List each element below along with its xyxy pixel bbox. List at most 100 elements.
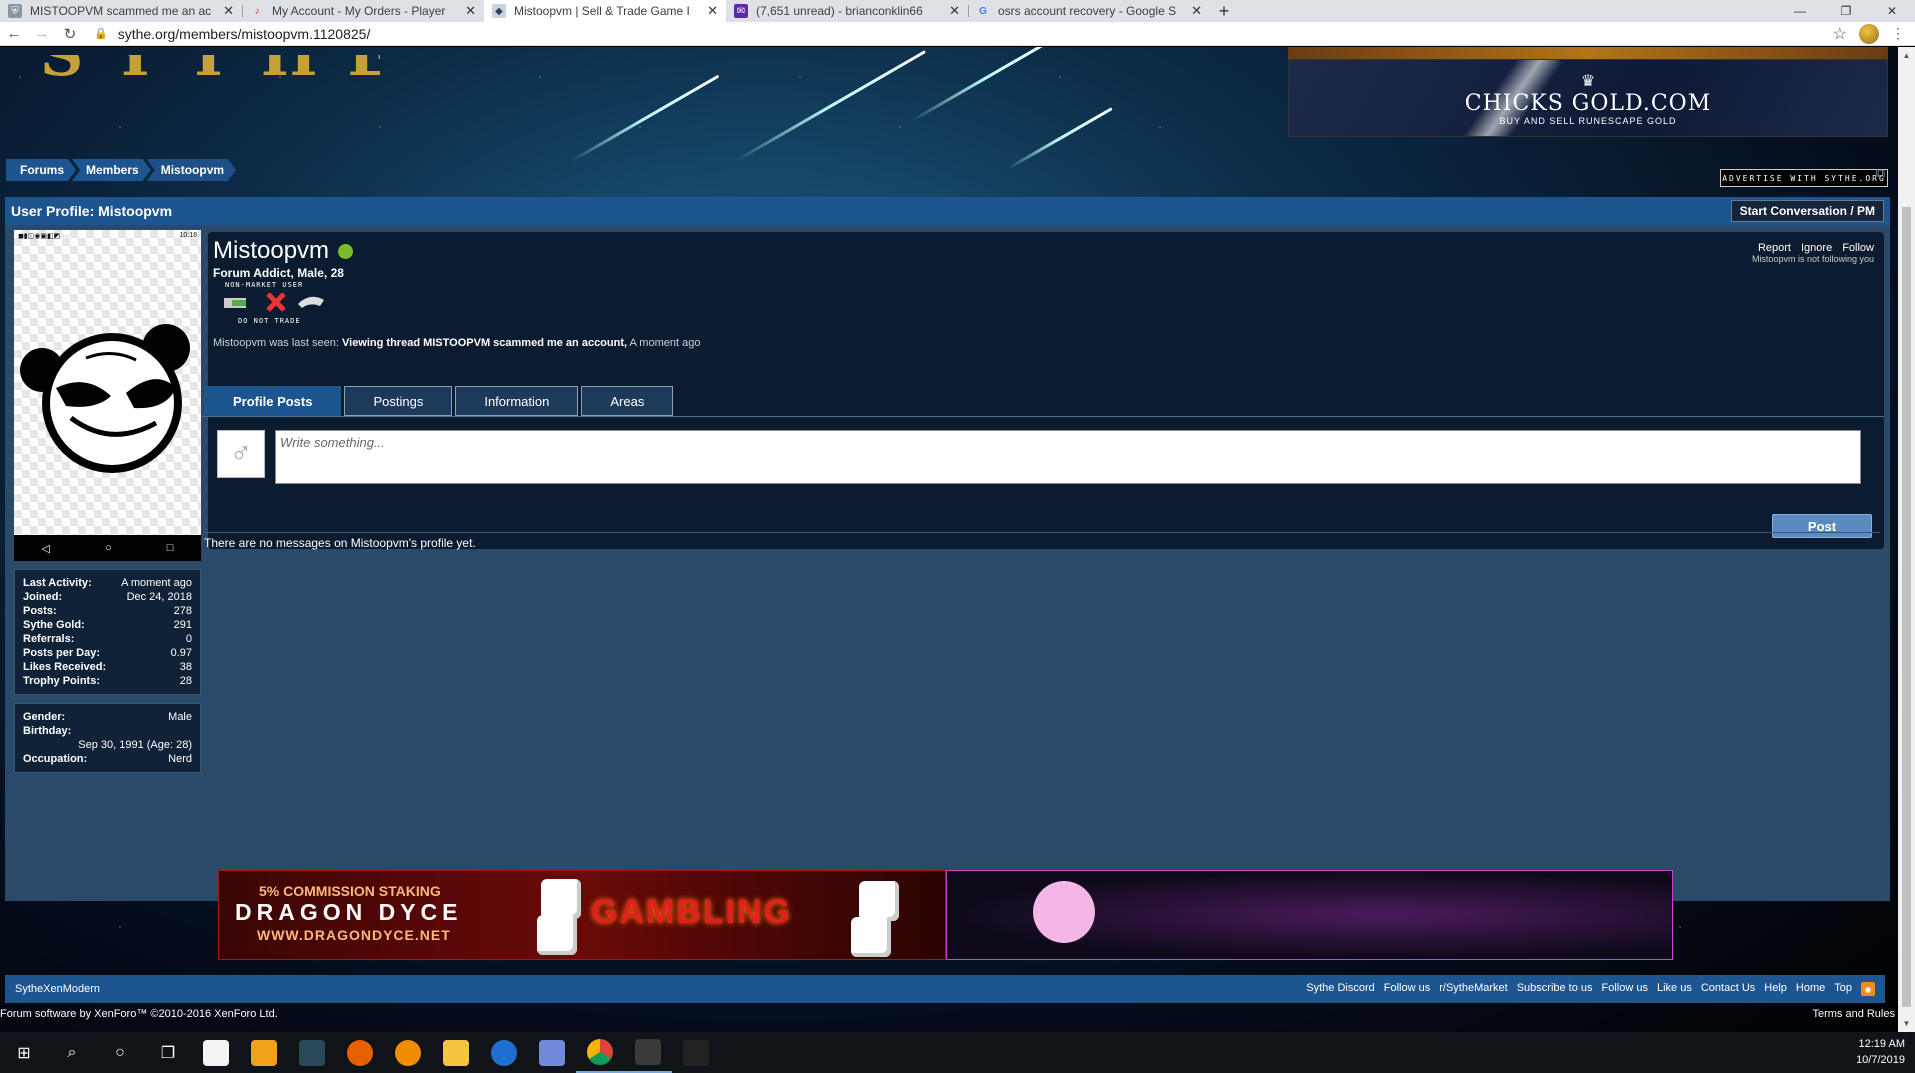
scroll-down-icon[interactable]: ▼ [1898, 1015, 1915, 1032]
footer-link-home[interactable]: Home [1796, 982, 1825, 996]
app-icon-wolf[interactable] [288, 1032, 336, 1073]
footer-link-discord[interactable]: Sythe Discord [1306, 982, 1374, 996]
footer-link-help[interactable]: Help [1764, 982, 1787, 996]
windows-start-icon[interactable]: ⊞ [0, 1032, 48, 1073]
copyright-text[interactable]: Forum software by XenForo™ ©2010-2016 Xe… [0, 1008, 278, 1020]
minimize-icon[interactable]: — [1777, 0, 1823, 22]
footer-link-like[interactable]: Like us [1657, 982, 1692, 996]
start-conversation-button[interactable]: Start Conversation / PM [1730, 200, 1884, 222]
app-icon-yellow[interactable] [240, 1032, 288, 1073]
recent-square-icon: □ [166, 542, 174, 554]
scroll-thumb[interactable] [1902, 207, 1911, 1007]
window-controls: — ❐ ✕ [1777, 0, 1915, 22]
footer-link-reddit[interactable]: r/SytheMarket [1439, 982, 1507, 996]
player-logo-icon: ♪ [254, 5, 260, 17]
tab-information[interactable]: Information [455, 386, 579, 416]
lock-icon[interactable]: 🔒 [94, 27, 108, 40]
style-chooser[interactable]: SytheXenModern [15, 983, 100, 995]
runelite-icon[interactable] [624, 1032, 672, 1073]
close-icon[interactable]: ✕ [949, 3, 960, 19]
rss-icon[interactable]: ◉ [1861, 982, 1875, 996]
footer-link-subscribe[interactable]: Subscribe to us [1517, 982, 1593, 996]
stat-value[interactable]: 28 [180, 674, 192, 688]
app-icon-orange[interactable] [384, 1032, 432, 1073]
stat-label: Sythe Gold: [23, 619, 85, 631]
discord-icon[interactable] [528, 1032, 576, 1073]
restore-icon[interactable]: ❐ [1823, 0, 1869, 22]
browser-tab-5[interactable]: G osrs account recovery - Google S ✕ [968, 0, 1210, 22]
url-field[interactable]: 🔒 sythe.org/members/mistoopvm.1120825/ [94, 26, 1833, 42]
footer-link-follow-2[interactable]: Follow us [1602, 982, 1648, 996]
breadcrumb-members[interactable]: Members [72, 159, 151, 181]
tab-profile-posts[interactable]: Profile Posts [204, 386, 342, 416]
back-icon[interactable]: ← [0, 25, 28, 42]
app-icon-triangle[interactable] [672, 1032, 720, 1073]
copyright-row: Forum software by XenForo™ ©2010-2016 Xe… [0, 1008, 1895, 1020]
footer-link-follow[interactable]: Follow us [1384, 982, 1430, 996]
firefox-icon[interactable] [336, 1032, 384, 1073]
page-scrollbar[interactable]: ▲ ▼ [1898, 47, 1915, 1032]
clock-time: 12:19 AM [1858, 1038, 1905, 1050]
task-view-icon[interactable]: ❐ [144, 1032, 192, 1073]
menu-icon[interactable]: ⋮ [1891, 25, 1905, 42]
edge-icon[interactable] [480, 1032, 528, 1073]
pink-orb-ad[interactable] [946, 870, 1673, 960]
address-bar: ← → ↻ 🔒 sythe.org/members/mistoopvm.1120… [0, 22, 1915, 46]
profile-post-input[interactable]: Write something... [275, 430, 1861, 484]
footer-bar: SytheXenModern Sythe Discord Follow us r… [5, 975, 1885, 1003]
advertise-link[interactable]: ADVERTISE WITH SYTHE.ORG [1720, 169, 1888, 187]
breadcrumb-current[interactable]: Mistoopvm [147, 159, 236, 181]
last-seen: Mistoopvm was last seen: Viewing thread … [213, 337, 700, 349]
profile-avatar-icon[interactable] [1859, 23, 1879, 44]
terms-link[interactable]: Terms and Rules [1812, 1008, 1895, 1020]
follow-link[interactable]: Follow [1842, 242, 1874, 254]
forward-icon[interactable]: → [28, 25, 56, 42]
system-clock[interactable]: 12:19 AM 10/7/2019 [1856, 1036, 1905, 1068]
dragondyce-ad[interactable]: 5% COMMISSION STAKING DRAGON DYCE WWW.DR… [218, 870, 946, 960]
gender-value: Male [168, 711, 192, 723]
page: SYTHE ♛ CHICKS GOLD.COM BUY AND SELL RUN… [0, 47, 1915, 1032]
browser-tab-4[interactable]: ✉ (7,651 unread) - brianconklin66 ✕ [726, 0, 968, 22]
popout-icon[interactable]: ⧉ [1876, 165, 1885, 181]
browser-tab-2[interactable]: ♪ My Account - My Orders - Player ✕ [242, 0, 484, 22]
page-title: User Profile: Mistoopvm [11, 203, 173, 219]
stat-value[interactable]: 278 [174, 604, 192, 618]
last-seen-activity[interactable]: Viewing thread MISTOOPVM scammed me an a… [342, 337, 627, 349]
close-window-icon[interactable]: ✕ [1869, 0, 1915, 22]
search-icon[interactable]: ⌕ [48, 1032, 96, 1073]
chicksgold-ad[interactable]: ♛ CHICKS GOLD.COM BUY AND SELL RUNESCAPE… [1288, 59, 1888, 137]
browser-tab-1[interactable]: ⛨ MISTOOPVM scammed me an ac ✕ [0, 0, 242, 22]
chrome-icon[interactable] [576, 1032, 624, 1073]
ignore-link[interactable]: Ignore [1801, 242, 1832, 254]
footer-link-top[interactable]: Top [1834, 982, 1852, 996]
store-icon[interactable] [192, 1032, 240, 1073]
footer-links: Sythe Discord Follow us r/SytheMarket Su… [1306, 982, 1875, 996]
report-link[interactable]: Report [1758, 242, 1791, 254]
close-icon[interactable]: ✕ [707, 3, 718, 19]
avatar[interactable]: ◼▮◫◉▣◧◩ ··· 10:18 [14, 230, 201, 535]
profile-sidebar: ◼▮◫◉▣◧◩ ··· 10:18 ◁ ○ □ Last Activity: A… [14, 230, 201, 773]
stat-label: Likes Received: [23, 661, 107, 673]
mail-icon: ✉ [734, 4, 748, 18]
footer-ads: 5% COMMISSION STAKING DRAGON DYCE WWW.DR… [218, 870, 1673, 960]
username: Mistoopvm [213, 237, 330, 264]
tab-postings[interactable]: Postings [344, 386, 453, 416]
close-icon[interactable]: ✕ [1191, 3, 1202, 19]
ad-tagline: BUY AND SELL RUNESCAPE GOLD [1499, 115, 1677, 126]
breadcrumb-forums[interactable]: Forums [6, 159, 76, 181]
stats-box: Last Activity: A moment ago Joined: Dec 24… [14, 569, 201, 695]
sythe-logo[interactable]: SYTHE [40, 55, 380, 89]
browser-tab-3[interactable]: ◆ Mistoopvm | Sell & Trade Game I ✕ [484, 0, 726, 22]
close-icon[interactable]: ✕ [465, 3, 476, 19]
close-icon[interactable]: ✕ [223, 3, 234, 19]
post-button[interactable]: Post [1772, 514, 1872, 538]
scroll-up-icon[interactable]: ▲ [1898, 47, 1915, 64]
new-tab-button[interactable]: + [1210, 0, 1238, 22]
bookmark-star-icon[interactable]: ☆ [1833, 24, 1847, 44]
file-explorer-icon[interactable] [432, 1032, 480, 1073]
reload-icon[interactable]: ↻ [56, 25, 84, 43]
clock-date: 10/7/2019 [1856, 1054, 1905, 1066]
cortana-icon[interactable]: ○ [96, 1032, 144, 1073]
tab-areas[interactable]: Areas [581, 386, 674, 416]
footer-link-contact[interactable]: Contact Us [1701, 982, 1755, 996]
